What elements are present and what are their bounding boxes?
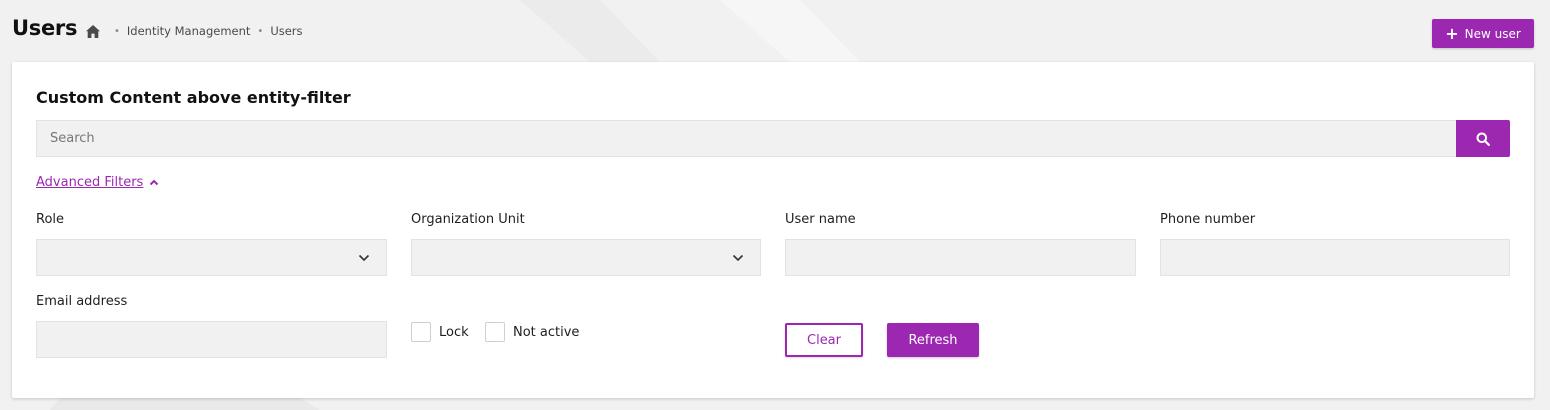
not-active-checkbox-option[interactable]: Not active <box>485 322 579 342</box>
filter-card: Custom Content above entity-filter Advan… <box>12 62 1534 398</box>
custom-content-heading: Custom Content above entity-filter <box>36 88 351 107</box>
phone-number-label: Phone number <box>1160 212 1256 227</box>
user-name-label: User name <box>785 212 856 227</box>
home-icon[interactable] <box>86 24 100 38</box>
plus-icon: + <box>1445 23 1459 43</box>
chevron-down-icon <box>732 254 744 262</box>
advanced-filters-toggle[interactable]: Advanced Filters <box>36 175 159 190</box>
organization-unit-label: Organization Unit <box>411 212 525 227</box>
chevron-up-icon <box>150 179 159 186</box>
breadcrumb-separator: • <box>114 25 120 37</box>
role-select[interactable] <box>36 239 387 276</box>
breadcrumb-item-identity-management[interactable]: Identity Management <box>127 24 251 38</box>
new-user-button[interactable]: + New user <box>1432 19 1534 48</box>
clear-button[interactable]: Clear <box>785 323 863 357</box>
role-label: Role <box>36 212 65 227</box>
page-title: Users <box>12 16 78 40</box>
user-name-input[interactable] <box>785 239 1136 276</box>
search-icon <box>1476 132 1490 146</box>
not-active-label: Not active <box>513 324 580 340</box>
breadcrumb-separator: • <box>257 25 264 37</box>
lock-label: Lock <box>439 324 469 340</box>
breadcrumb-item-users[interactable]: Users <box>270 24 302 38</box>
breadcrumb: • Identity Management • Users <box>86 24 303 38</box>
email-address-label: Email address <box>36 294 128 309</box>
refresh-button[interactable]: Refresh <box>887 323 979 357</box>
lock-checkbox[interactable] <box>411 322 431 342</box>
new-user-label: New user <box>1464 26 1521 41</box>
organization-unit-select[interactable] <box>411 239 761 276</box>
email-address-input[interactable] <box>36 321 387 358</box>
not-active-checkbox[interactable] <box>485 322 505 342</box>
search-input[interactable] <box>36 120 1457 157</box>
lock-checkbox-option[interactable]: Lock <box>411 322 469 342</box>
search-button[interactable] <box>1456 120 1510 157</box>
phone-number-input[interactable] <box>1160 239 1510 276</box>
page-header: Users • Identity Management • Users + Ne… <box>0 0 1550 62</box>
chevron-down-icon <box>358 254 370 262</box>
advanced-filters-label: Advanced Filters <box>36 175 144 190</box>
